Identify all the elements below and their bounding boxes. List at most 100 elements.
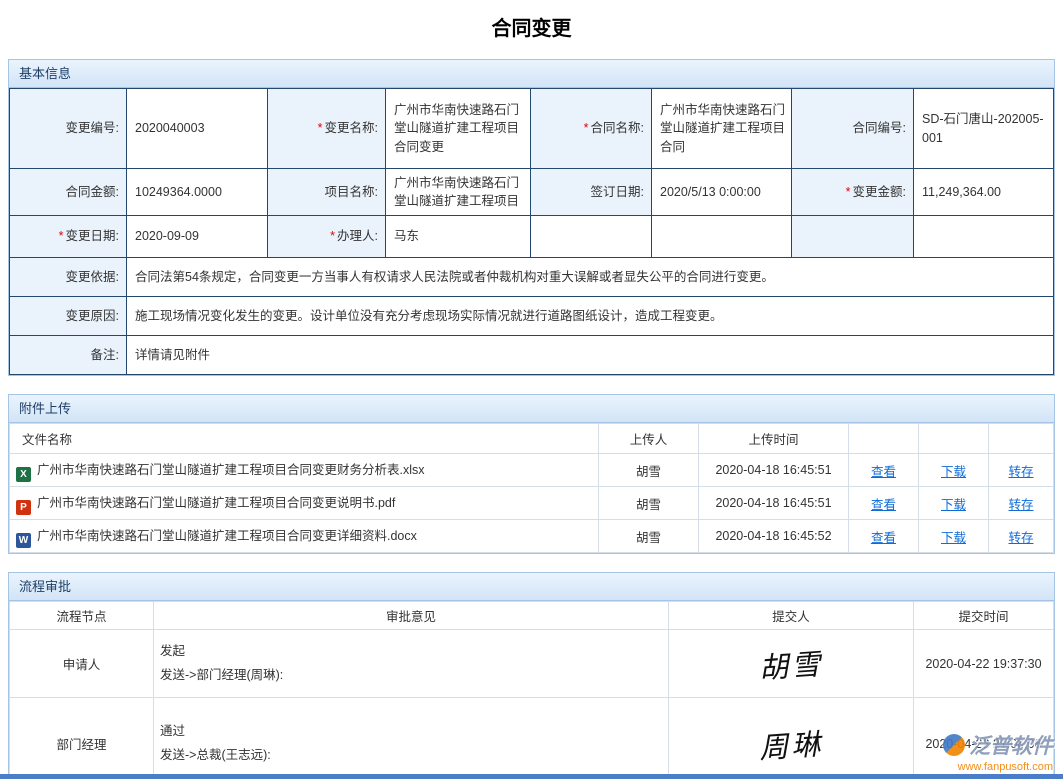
basic-info-row: *变更日期: 2020-09-09 *办理人: 马东 (10, 216, 1054, 258)
field-value-handler: 马东 (386, 216, 531, 258)
contract-change-page: 合同变更 基本信息 变更编号: 2020040003 *变更名称: 广州市华南快… (0, 0, 1063, 779)
attachment-row: X广州市华南快速路石门堂山隧道扩建工程项目合同变更财务分析表.xlsx 胡雪 2… (10, 454, 1054, 487)
view-link[interactable]: 查看 (871, 531, 896, 545)
uploader-cell: 胡雪 (599, 520, 699, 553)
field-label-change-reason: 变更原因: (10, 297, 127, 336)
field-label-contract-number: 合同编号: (792, 89, 914, 169)
submitter-signature-cell: 周琳 (669, 698, 914, 779)
field-value-change-basis: 合同法第54条规定，合同变更一方当事人有权请求人民法院或者仲裁机构对重大误解或者… (127, 258, 1054, 297)
required-mark: * (846, 185, 851, 199)
field-label-remark: 备注: (10, 336, 127, 375)
transfer-link[interactable]: 转存 (1008, 498, 1033, 512)
watermark-brand: 泛普软件 (969, 730, 1053, 760)
field-value-change-number: 2020040003 (127, 89, 268, 169)
column-header-approval-opinion: 审批意见 (154, 602, 669, 630)
opinion-route: 发送->部门经理(周琳): (160, 664, 662, 688)
field-label-handler: *办理人: (268, 216, 386, 258)
field-value-contract-amount: 10249364.0000 (127, 169, 268, 216)
word-file-icon: W (16, 533, 31, 548)
file-name: 广州市华南快速路石门堂山隧道扩建工程项目合同变更说明书.pdf (37, 496, 395, 510)
uploader-cell: 胡雪 (599, 487, 699, 520)
download-link[interactable]: 下载 (941, 465, 966, 479)
field-label-sign-date: 签订日期: (531, 169, 652, 216)
bottom-scroll-bar[interactable] (0, 774, 1063, 779)
field-label-change-name: *变更名称: (268, 89, 386, 169)
attachment-row: W广州市华南快速路石门堂山隧道扩建工程项目合同变更详细资料.docx 胡雪 20… (10, 520, 1054, 553)
column-header-upload-time: 上传时间 (699, 424, 849, 454)
field-value-change-amount: 11,249,364.00 (914, 169, 1054, 216)
signature: 周琳 (758, 720, 825, 766)
approval-table: 流程节点 审批意见 提交人 提交时间 申请人 发起 发送->部门经理(周琳): … (9, 601, 1054, 779)
basic-info-row: 变更编号: 2020040003 *变更名称: 广州市华南快速路石门堂山隧道扩建… (10, 89, 1054, 169)
column-header-submitter: 提交人 (669, 602, 914, 630)
field-value-sign-date: 2020/5/13 0:00:00 (652, 169, 792, 216)
transfer-link[interactable]: 转存 (1008, 465, 1033, 479)
opinion-action: 发起 (160, 640, 662, 664)
field-label-contract-amount: 合同金额: (10, 169, 127, 216)
empty-cell (914, 216, 1054, 258)
approval-header-row: 流程节点 审批意见 提交人 提交时间 (10, 602, 1054, 630)
submitter-signature-cell: 胡雪 (669, 630, 914, 698)
watermark-url: www.fanpusoft.com (943, 761, 1053, 773)
page-title: 合同变更 (8, 6, 1055, 59)
transfer-link[interactable]: 转存 (1008, 531, 1033, 545)
basic-info-table: 变更编号: 2020040003 *变更名称: 广州市华南快速路石门堂山隧道扩建… (9, 88, 1054, 375)
view-link[interactable]: 查看 (871, 498, 896, 512)
column-header-empty (989, 424, 1054, 454)
field-label-change-basis: 变更依据: (10, 258, 127, 297)
approval-panel: 流程审批 流程节点 审批意见 提交人 提交时间 申请人 发起 发送->部门经理(… (8, 572, 1055, 779)
download-link[interactable]: 下载 (941, 531, 966, 545)
excel-file-icon: X (16, 467, 31, 482)
basic-info-row: 合同金额: 10249364.0000 项目名称: 广州市华南快速路石门堂山隧道… (10, 169, 1054, 216)
field-label-change-date: *变更日期: (10, 216, 127, 258)
field-value-contract-number: SD-石门唐山-202005-001 (914, 89, 1054, 169)
file-name-cell: X 广州市华南快速路石门堂山隧道扩建工程项目合同变更财务分析表.xlsx (10, 454, 599, 487)
approval-row: 申请人 发起 发送->部门经理(周琳): 胡雪 2020-04-22 19:37… (10, 630, 1054, 698)
column-header-file-name: 文件名称 (10, 424, 599, 454)
opinion-route: 发送->总裁(王志远): (160, 744, 662, 768)
watermark: 泛普软件 www.fanpusoft.com (943, 730, 1053, 773)
view-link[interactable]: 查看 (871, 465, 896, 479)
empty-label-cell (792, 216, 914, 258)
approval-opinion-cell: 发起 发送->部门经理(周琳): (154, 630, 669, 698)
required-mark: * (584, 121, 589, 135)
field-value-project-name: 广州市华南快速路石门堂山隧道扩建工程项目 (386, 169, 531, 216)
column-header-submit-time: 提交时间 (914, 602, 1054, 630)
opinion-action: 通过 (160, 720, 662, 744)
attachments-panel: 附件上传 文件名称 上传人 上传时间 X 广州市华南快速路石门堂山隧道扩建工程项目… (8, 394, 1055, 554)
field-label-change-number: 变更编号: (10, 89, 127, 169)
upload-time-cell: 2020-04-18 16:45:51 (699, 487, 849, 520)
pdf-file-icon: P (16, 500, 31, 515)
column-header-empty (919, 424, 989, 454)
field-label-contract-name: *合同名称: (531, 89, 652, 169)
attachments-table: 文件名称 上传人 上传时间 X 广州市华南快速路石门堂山隧道扩建工程项目合同变更财… (9, 423, 1054, 553)
file-name: 广州市华南快速路石门堂山隧道扩建工程项目合同变更详细资料.docx (37, 529, 417, 543)
submit-time-cell: 2020-04-22 19:37:30 (914, 630, 1054, 698)
field-label-project-name: 项目名称: (268, 169, 386, 216)
field-value-change-name: 广州市华南快速路石门堂山隧道扩建工程项目合同变更 (386, 89, 531, 169)
download-link[interactable]: 下载 (941, 498, 966, 512)
file-name: 广州市华南快速路石门堂山隧道扩建工程项目合同变更财务分析表.xlsx (37, 463, 425, 477)
flow-node-cell: 部门经理 (10, 698, 154, 779)
column-header-empty (849, 424, 919, 454)
basic-info-row: 备注: 详情请见附件 (10, 336, 1054, 375)
basic-info-row: 变更原因: 施工现场情况变化发生的变更。设计单位没有充分考虑现场实际情况就进行道… (10, 297, 1054, 336)
empty-cell (531, 216, 652, 258)
signature: 胡雪 (758, 640, 825, 686)
column-header-uploader: 上传人 (599, 424, 699, 454)
basic-info-panel: 基本信息 变更编号: 2020040003 *变更名称: 广州市华南快速路石门堂… (8, 59, 1055, 376)
required-mark: * (318, 121, 323, 135)
basic-info-section-title: 基本信息 (9, 60, 1054, 88)
uploader-cell: 胡雪 (599, 454, 699, 487)
approval-row: 部门经理 通过 发送->总裁(王志远): 周琳 2020-04-22 21:06… (10, 698, 1054, 779)
attachment-row: P 广州市华南快速路石门堂山隧道扩建工程项目合同变更说明书.pdf 胡雪 2020… (10, 487, 1054, 520)
field-value-change-date: 2020-09-09 (127, 216, 268, 258)
attachments-section-title: 附件上传 (9, 395, 1054, 423)
required-mark: * (330, 229, 335, 243)
approval-opinion-cell: 通过 发送->总裁(王志远): (154, 698, 669, 779)
attachments-header-row: 文件名称 上传人 上传时间 (10, 424, 1054, 454)
field-value-remark: 详情请见附件 (127, 336, 1054, 375)
approval-section-title: 流程审批 (9, 573, 1054, 601)
field-value-change-reason: 施工现场情况变化发生的变更。设计单位没有充分考虑现场实际情况就进行道路图纸设计，… (127, 297, 1054, 336)
column-header-flow-node: 流程节点 (10, 602, 154, 630)
